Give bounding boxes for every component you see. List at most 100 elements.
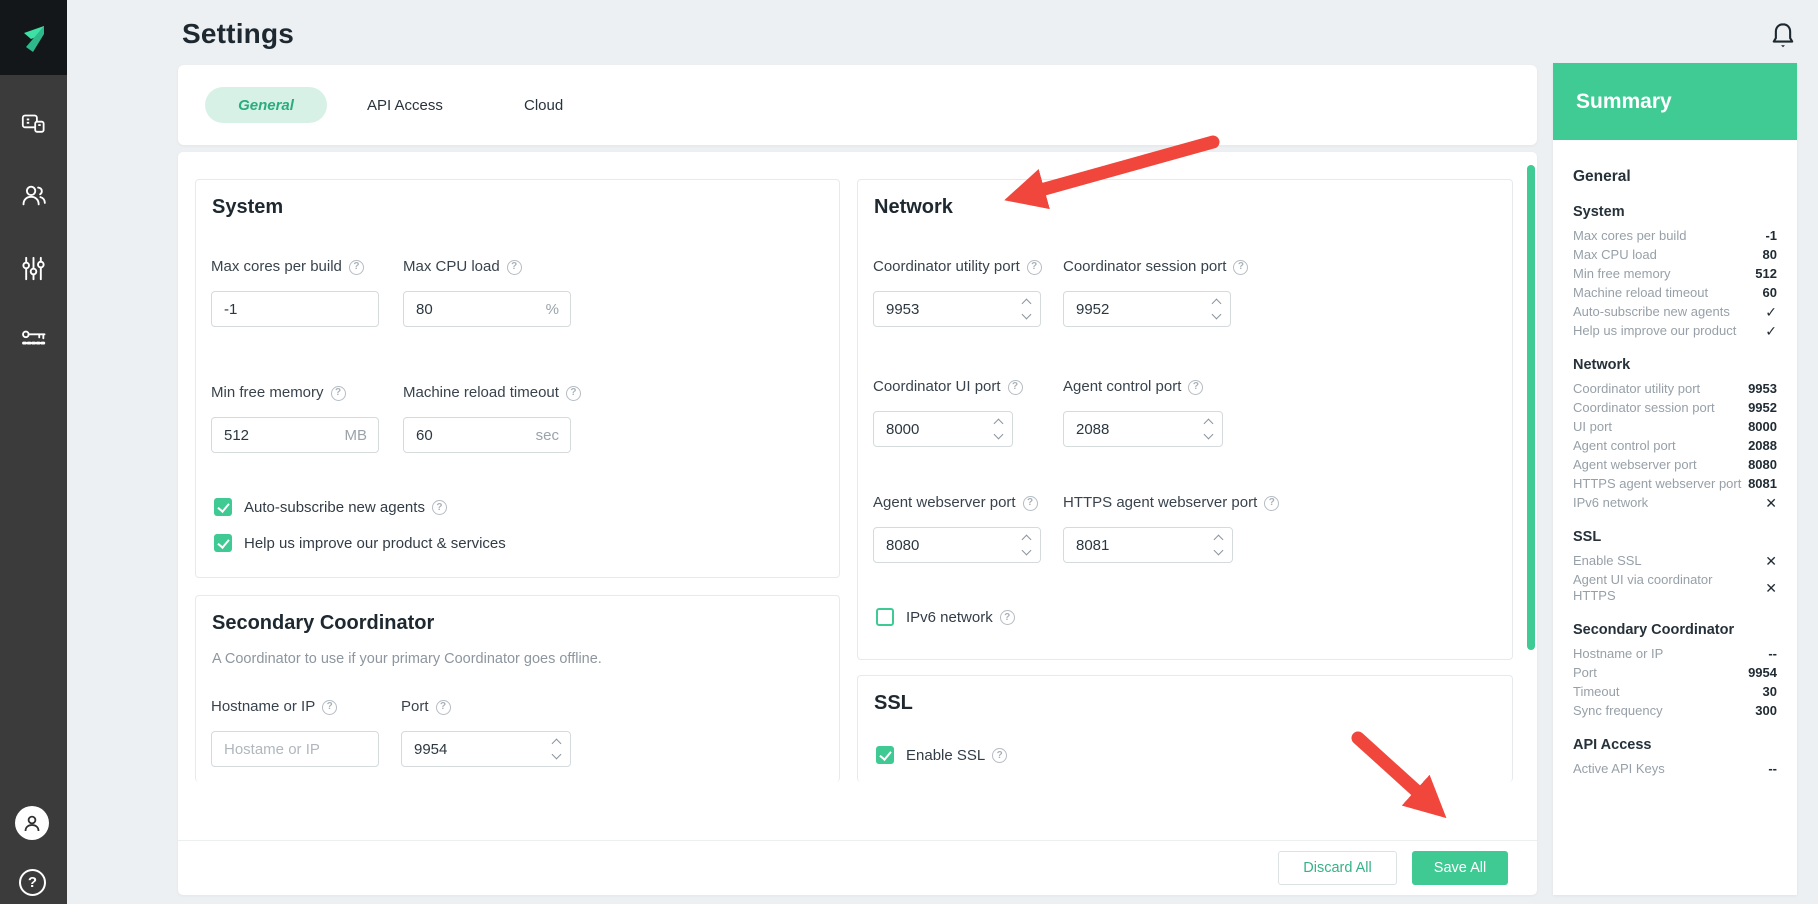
sidebar-item-builds[interactable] [0, 104, 67, 144]
help-icon[interactable]: ? [432, 500, 447, 515]
improve-product-row: Help us improve our product & services [214, 534, 506, 552]
field-secondary-port: Port? [401, 696, 571, 767]
help-icon[interactable]: ? [1000, 610, 1015, 625]
incredibuild-logo-icon [18, 22, 50, 54]
summary-row-label: Timeout [1573, 684, 1619, 700]
help-icon[interactable]: ? [322, 700, 337, 715]
help-icon[interactable]: ? [331, 386, 346, 401]
field-machine-reload-timeout: Machine reload timeout? sec [403, 382, 571, 453]
user-avatar[interactable] [15, 806, 49, 840]
port-stepper[interactable] [1023, 527, 1030, 563]
app-logo[interactable] [0, 0, 67, 75]
hostname-or-ip-input[interactable] [211, 731, 379, 767]
settings-tabs-bar: General API Access Cloud [178, 65, 1537, 145]
summary-row: Coordinator session port9952 [1573, 400, 1777, 416]
help-icon[interactable]: ? [566, 386, 581, 401]
agent-control-port-input[interactable] [1063, 411, 1223, 447]
coordinator-ui-port-input[interactable] [873, 411, 1013, 447]
summary-row-label: Max CPU load [1573, 247, 1657, 263]
summary-row: Agent control port2088 [1573, 438, 1777, 454]
summary-row: Timeout30 [1573, 684, 1777, 700]
help-icon[interactable]: ? [1023, 496, 1038, 511]
footer-divider [178, 840, 1537, 841]
ipv6-network-checkbox[interactable] [876, 608, 894, 626]
help-icon[interactable]: ? [1233, 260, 1248, 275]
coordinator-session-port-input[interactable] [1063, 291, 1231, 327]
sidebar-item-license[interactable] [0, 319, 67, 359]
summary-row-value: 9952 [1748, 400, 1777, 416]
summary-row: Enable SSL✕ [1573, 553, 1777, 569]
port-stepper[interactable] [1205, 411, 1212, 447]
field-max-cores-per-build: Max cores per build? [211, 256, 379, 327]
system-card-title: System [212, 196, 283, 219]
step-up-icon[interactable] [552, 739, 562, 749]
summary-row: Active API Keys-- [1573, 761, 1777, 777]
step-up-icon[interactable] [1212, 299, 1222, 309]
help-icon[interactable]: ? [1008, 380, 1023, 395]
step-up-icon[interactable] [1022, 535, 1032, 545]
summary-row-label: Agent UI via coordinator HTTPS [1573, 572, 1745, 604]
help-icon[interactable]: ? [1188, 380, 1203, 395]
summary-header: Summary [1553, 63, 1797, 140]
settings-content: System Max cores per build? Max CPU load… [178, 152, 1537, 895]
step-down-icon[interactable] [1022, 310, 1032, 320]
min-free-memory-input[interactable] [211, 417, 379, 453]
secondary-coordinator-card: Secondary Coordinator A Coordinator to u… [195, 595, 840, 782]
step-up-icon[interactable] [1214, 535, 1224, 545]
summary-row: HTTPS agent webserver port8081 [1573, 476, 1777, 492]
https-agent-webserver-port-input[interactable] [1063, 527, 1233, 563]
scrollbar-thumb[interactable] [1527, 165, 1535, 650]
secondary-coordinator-description: A Coordinator to use if your primary Coo… [212, 651, 602, 667]
sidebar-item-settings[interactable] [0, 248, 67, 288]
step-down-icon[interactable] [1204, 430, 1214, 440]
enable-ssl-checkbox[interactable] [876, 746, 894, 764]
sidebar-item-agents[interactable] [0, 175, 67, 215]
coordinator-utility-port-input[interactable] [873, 291, 1041, 327]
port-stepper[interactable] [1213, 291, 1220, 327]
step-down-icon[interactable] [1022, 546, 1032, 556]
auto-subscribe-checkbox[interactable] [214, 498, 232, 516]
max-cores-per-build-input[interactable] [211, 291, 379, 327]
secondary-coordinator-title: Secondary Coordinator [212, 612, 434, 635]
improve-product-checkbox[interactable] [214, 534, 232, 552]
help-icon[interactable]: ? [1264, 496, 1279, 511]
summary-panel: Summary General System Max cores per bui… [1553, 63, 1797, 895]
port-stepper[interactable] [1215, 527, 1222, 563]
port-stepper[interactable] [553, 731, 560, 767]
bell-icon [1768, 20, 1798, 52]
help-icon[interactable]: ? [507, 260, 522, 275]
summary-body: General System Max cores per build-1 Max… [1553, 168, 1797, 777]
machine-reload-timeout-input[interactable] [403, 417, 571, 453]
step-up-icon[interactable] [994, 419, 1004, 429]
summary-row-value: 9953 [1748, 381, 1777, 397]
step-down-icon[interactable] [1214, 546, 1224, 556]
summary-row: Sync frequency300 [1573, 703, 1777, 719]
save-all-button[interactable]: Save All [1412, 851, 1508, 885]
help-icon[interactable]: ? [349, 260, 364, 275]
port-stepper[interactable] [1023, 291, 1030, 327]
help-icon[interactable]: ? [1027, 260, 1042, 275]
field-coordinator-utility-port: Coordinator utility port? [873, 256, 1041, 327]
help-button[interactable]: ? [19, 869, 46, 896]
tab-cloud[interactable]: Cloud [524, 65, 563, 145]
ssl-card-title: SSL [874, 692, 913, 715]
step-down-icon[interactable] [1212, 310, 1222, 320]
secondary-port-input[interactable] [401, 731, 571, 767]
help-icon[interactable]: ? [436, 700, 451, 715]
summary-row: Min free memory512 [1573, 266, 1777, 282]
tab-general[interactable]: General [205, 87, 327, 123]
step-up-icon[interactable] [1022, 299, 1032, 309]
agent-webserver-port-input[interactable] [873, 527, 1041, 563]
field-label: Coordinator utility port [873, 256, 1020, 278]
step-down-icon[interactable] [552, 750, 562, 760]
step-down-icon[interactable] [994, 430, 1004, 440]
help-icon[interactable]: ? [992, 748, 1007, 763]
port-stepper[interactable] [995, 411, 1002, 447]
tab-api-access[interactable]: API Access [367, 65, 443, 145]
step-up-icon[interactable] [1204, 419, 1214, 429]
notifications-button[interactable] [1768, 20, 1798, 52]
summary-row-label: UI port [1573, 419, 1612, 435]
max-cpu-load-input[interactable] [403, 291, 571, 327]
auto-subscribe-row: Auto-subscribe new agents ? [214, 498, 447, 516]
discard-all-button[interactable]: Discard All [1278, 851, 1397, 885]
